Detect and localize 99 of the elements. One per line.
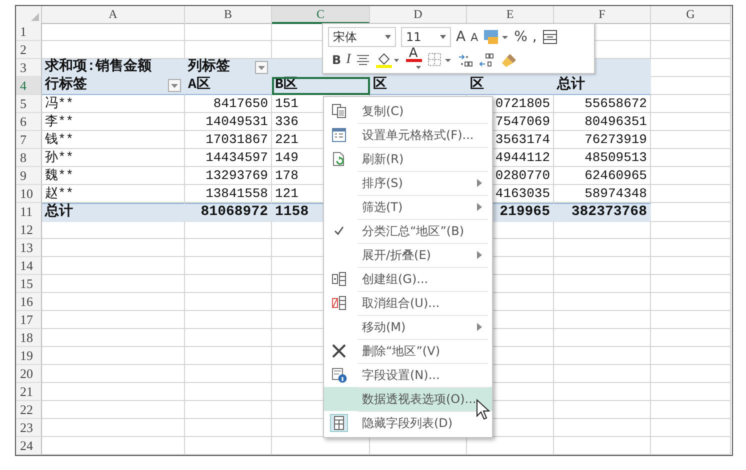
table-cell: 区: [370, 77, 467, 95]
font-name-dropdown[interactable]: 宋体: [328, 27, 396, 47]
merge-center-icon[interactable]: [542, 29, 558, 45]
row-header[interactable]: 16: [16, 293, 42, 311]
increase-decimal-icon[interactable]: [458, 53, 474, 67]
table-cell: 冯**: [42, 95, 185, 113]
row-header[interactable]: 14: [16, 257, 42, 275]
row-header[interactable]: 19: [16, 347, 42, 365]
table-cell: 总计: [42, 203, 185, 222]
table-cell: 孙**: [42, 149, 185, 167]
row-header[interactable]: 20: [16, 365, 42, 383]
table-cell: 区: [467, 77, 554, 95]
borders-icon[interactable]: [426, 52, 453, 68]
font-size-dropdown[interactable]: 11: [401, 27, 451, 47]
align-center-icon[interactable]: [356, 54, 370, 66]
menu-item[interactable]: 删除“地区”(V): [324, 339, 492, 363]
refresh-icon: [331, 151, 347, 167]
field-settings-icon: [331, 367, 347, 383]
column-header[interactable]: D: [370, 6, 467, 24]
ungroup-icon: [331, 295, 347, 311]
cell-text: 列标签: [188, 59, 230, 76]
column-header[interactable]: G: [651, 6, 731, 24]
row-header[interactable]: 11: [16, 203, 42, 222]
row-header[interactable]: 9: [16, 167, 42, 185]
table-cell: 80496351: [554, 113, 651, 131]
filter-dropdown-button[interactable]: [168, 79, 181, 92]
menu-item[interactable]: 移动(M): [324, 315, 492, 339]
field-list-icon: [330, 414, 348, 432]
caret-icon: [385, 35, 391, 39]
menu-item[interactable]: 数据透视表选项(O)...: [324, 387, 492, 411]
row-header[interactable]: 15: [16, 275, 42, 293]
format-painter-icon[interactable]: [500, 52, 518, 68]
row-header[interactable]: 12: [16, 221, 42, 239]
table-cell: 8417650: [185, 95, 272, 113]
filter-dropdown-button[interactable]: [255, 61, 268, 74]
menu-item[interactable]: 创建组(G)...: [324, 267, 492, 291]
row-header[interactable]: 6: [16, 113, 42, 131]
row-header[interactable]: 13: [16, 239, 42, 257]
table-cell: 382373768: [554, 203, 651, 222]
table-cell: 总计: [554, 77, 651, 95]
row-header[interactable]: 2: [16, 41, 42, 59]
decrease-decimal-icon[interactable]: [478, 53, 495, 67]
mouse-pointer-icon: [476, 399, 490, 421]
row-header[interactable]: 8: [16, 149, 42, 167]
column-header[interactable]: E: [467, 6, 554, 24]
column-header[interactable]: C: [272, 6, 370, 24]
caret-icon: [440, 35, 446, 39]
row-header[interactable]: 22: [16, 401, 42, 419]
row-header[interactable]: 10: [16, 185, 42, 203]
table-cell: 17031867: [185, 131, 272, 149]
menu-item[interactable]: 字段设置(N)...: [324, 363, 492, 387]
table-cell: 13293769: [185, 167, 272, 185]
table-cell: 魏**: [42, 167, 185, 185]
table-cell: 62460965: [554, 167, 651, 185]
table-cell: A区: [185, 77, 272, 95]
comma-style-button[interactable]: ,: [532, 29, 537, 45]
table-cell: 48509513: [554, 149, 651, 167]
table-cell: 李**: [42, 113, 185, 131]
italic-button[interactable]: I: [346, 52, 351, 68]
table-cell: 钱**: [42, 131, 185, 149]
cell-style-icon[interactable]: [483, 29, 510, 45]
table-cell: 14049531: [185, 113, 272, 131]
table-cell: 求和项:销售金额: [42, 59, 185, 77]
bold-button[interactable]: B: [332, 53, 342, 67]
row-header[interactable]: 18: [16, 329, 42, 347]
increase-font-size-button[interactable]: A: [456, 29, 466, 45]
caret-icon: [171, 84, 178, 88]
row-header[interactable]: 21: [16, 383, 42, 401]
row-header[interactable]: 17: [16, 311, 42, 329]
row-header[interactable]: 1: [16, 23, 42, 41]
column-header[interactable]: F: [554, 6, 651, 24]
column-header[interactable]: A: [42, 6, 185, 24]
table-cell: 81068972: [185, 203, 272, 222]
select-all-corner[interactable]: [16, 6, 42, 24]
corner-triangle-icon: [31, 13, 39, 21]
row-header[interactable]: 24: [16, 437, 42, 455]
table-cell: 55658672: [554, 95, 651, 113]
caret-icon: [258, 66, 265, 70]
row-header[interactable]: 7: [16, 131, 42, 149]
table-cell: 76273919: [554, 131, 651, 149]
group-icon: [331, 271, 347, 287]
row-header[interactable]: 3: [16, 59, 42, 77]
menu-item[interactable]: 隐藏字段列表(D): [324, 411, 492, 435]
decrease-font-size-button[interactable]: A: [470, 30, 478, 44]
delete-icon: [331, 343, 347, 359]
menu-item[interactable]: 分类汇总“地区”(B): [324, 219, 492, 243]
percent-style-button[interactable]: %: [514, 29, 528, 45]
row-header[interactable]: 23: [16, 419, 42, 437]
column-header[interactable]: B: [185, 6, 272, 24]
row-header[interactable]: 4: [16, 77, 42, 95]
fill-color-icon[interactable]: [374, 51, 401, 69]
cell-text: 行标签: [45, 77, 87, 94]
format-cells-icon: [331, 127, 347, 143]
font-color-button[interactable]: A: [406, 48, 422, 72]
copy-icon: [331, 103, 347, 119]
row-header[interactable]: 5: [16, 95, 42, 113]
menu-item[interactable]: 展开/折叠(E): [324, 243, 492, 267]
menu-item[interactable]: 取消组合(U)...: [324, 291, 492, 315]
table-cell: 14434597: [185, 149, 272, 167]
